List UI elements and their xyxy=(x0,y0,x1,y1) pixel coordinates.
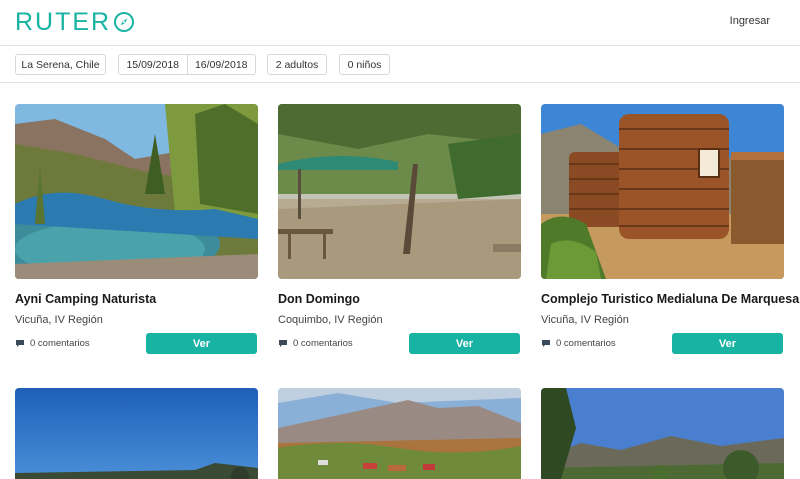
listing-card: Ayni Camping Naturista Vicuña, IV Región… xyxy=(15,104,258,354)
listing-comments: 0 comentarios xyxy=(278,338,353,349)
listing-photo[interactable] xyxy=(15,104,258,279)
date-to[interactable]: 16/09/2018 xyxy=(186,55,256,74)
speech-bubble-icon xyxy=(542,340,550,347)
listing-title[interactable]: Complejo Turistico Medialuna De Marquesa xyxy=(541,292,799,306)
listing-card: Complejo Turistico Medialuna De Marquesa… xyxy=(541,104,799,354)
listing-card xyxy=(278,388,521,479)
comments-count: 0 comentarios xyxy=(556,338,616,349)
listing-location: Coquimbo, IV Región xyxy=(278,314,383,326)
listing-photo[interactable] xyxy=(278,388,521,479)
listing-photo[interactable] xyxy=(541,104,784,279)
listing-photo[interactable] xyxy=(278,104,521,279)
login-link[interactable]: Ingresar xyxy=(730,15,770,27)
listing-comments: 0 comentarios xyxy=(15,338,90,349)
view-button[interactable]: Ver xyxy=(146,333,257,354)
date-range-filter[interactable]: 15/09/2018 16/09/2018 xyxy=(118,54,256,75)
listing-location: Vicuña, IV Región xyxy=(15,314,103,326)
view-button[interactable]: Ver xyxy=(672,333,783,354)
view-button[interactable]: Ver xyxy=(409,333,520,354)
location-filter[interactable]: La Serena, Chile xyxy=(15,54,106,75)
listing-title[interactable]: Don Domingo xyxy=(278,292,360,306)
adults-filter[interactable]: 2 adultos xyxy=(267,54,327,75)
listing-card: Don Domingo Coquimbo, IV Región 0 coment… xyxy=(278,104,521,354)
listing-photo[interactable] xyxy=(541,388,784,479)
search-filter-bar: La Serena, Chile 15/09/2018 16/09/2018 2… xyxy=(0,47,800,83)
comments-count: 0 comentarios xyxy=(30,338,90,349)
speech-bubble-icon xyxy=(16,340,24,347)
listing-comments: 0 comentarios xyxy=(541,338,616,349)
listing-title[interactable]: Ayni Camping Naturista xyxy=(15,292,156,306)
kids-filter[interactable]: 0 niños xyxy=(339,54,390,75)
listing-card xyxy=(541,388,784,479)
top-header: RUTER Ingresar xyxy=(0,0,800,46)
listing-card xyxy=(15,388,258,479)
comments-count: 0 comentarios xyxy=(293,338,353,349)
ruter-logo[interactable]: RUTER xyxy=(15,8,135,36)
listing-photo[interactable] xyxy=(15,388,258,479)
speech-bubble-icon xyxy=(279,340,287,347)
logo-text: RUTER xyxy=(15,7,112,36)
compass-icon xyxy=(114,12,135,32)
date-from[interactable]: 15/09/2018 xyxy=(119,55,187,74)
listing-location: Vicuña, IV Región xyxy=(541,314,629,326)
